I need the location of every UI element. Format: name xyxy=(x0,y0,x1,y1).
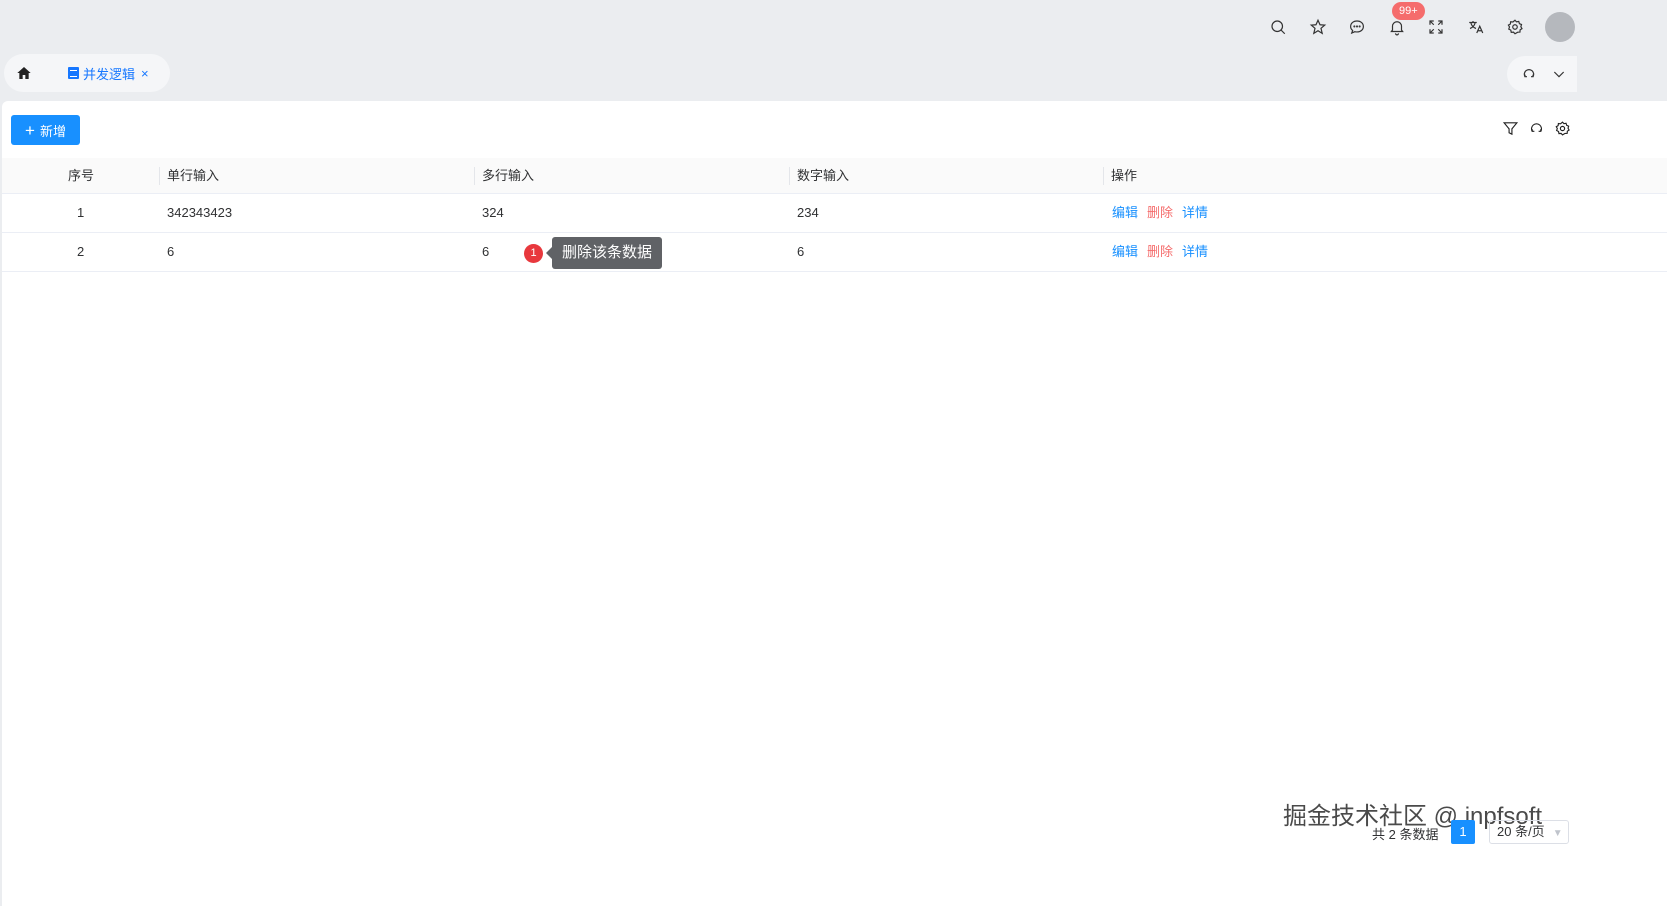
cell-index: 1 xyxy=(77,205,85,220)
cell-number: 6 xyxy=(797,244,805,259)
page-size-select[interactable]: 20 条/页 ▼ xyxy=(1489,820,1569,844)
column-header-single-line: 单行输入 xyxy=(167,168,220,183)
cell-number: 234 xyxy=(797,205,819,220)
column-header-index: 序号 xyxy=(68,168,95,183)
tab-home[interactable] xyxy=(4,65,44,81)
detail-link[interactable]: 详情 xyxy=(1182,233,1208,271)
column-divider xyxy=(159,167,160,185)
tab-concurrent-logic[interactable]: 并发逻辑 × xyxy=(68,64,149,83)
plus-icon: + xyxy=(25,120,35,140)
page-size-value: 20 条/页 xyxy=(1497,824,1545,839)
table-row: 2 6 6 6 编辑 删除 详情 xyxy=(2,233,1667,272)
fullscreen-icon[interactable] xyxy=(1423,14,1449,40)
top-header: 99+ xyxy=(0,0,1667,54)
add-button-label: 新增 xyxy=(39,123,66,139)
row-actions: 编辑 删除 详情 xyxy=(1112,233,1208,271)
data-table: 序号 单行输入 多行输入 数字输入 操作 1 342343423 324 234… xyxy=(2,158,1667,272)
notification-badge: 99+ xyxy=(1392,2,1425,20)
pagination-total: 共 2 条数据 xyxy=(1372,827,1439,842)
cell-multi-line: 324 xyxy=(482,205,504,220)
chevron-down-icon[interactable] xyxy=(1551,66,1567,82)
search-icon[interactable] xyxy=(1265,14,1291,40)
edit-link[interactable]: 编辑 xyxy=(1112,194,1138,232)
table-header: 序号 单行输入 多行输入 数字输入 操作 xyxy=(2,158,1667,194)
column-settings-icon[interactable] xyxy=(1554,120,1571,137)
table-tools xyxy=(1502,120,1571,137)
column-divider xyxy=(789,167,790,185)
edit-link[interactable]: 编辑 xyxy=(1112,233,1138,271)
close-icon[interactable]: × xyxy=(141,66,149,81)
main-content: + 新增 序号 单行输入 多行输入 数字输入 操作 1 342343423 32… xyxy=(2,101,1667,906)
avatar[interactable] xyxy=(1545,12,1575,42)
delete-link[interactable]: 删除 xyxy=(1147,194,1173,232)
row-actions: 编辑 删除 详情 xyxy=(1112,194,1208,232)
table-row: 1 342343423 324 234 编辑 删除 详情 xyxy=(2,194,1667,233)
tab-bar: 并发逻辑 × xyxy=(4,54,170,92)
home-icon xyxy=(17,67,31,79)
delete-link[interactable]: 删除 xyxy=(1147,233,1173,271)
cell-single-line: 6 xyxy=(167,244,175,259)
add-button[interactable]: + 新增 xyxy=(11,115,80,145)
annotation-tooltip: 删除该条数据 xyxy=(545,237,663,269)
column-header-number: 数字输入 xyxy=(797,168,850,183)
column-header-actions: 操作 xyxy=(1111,168,1138,183)
gear-icon[interactable] xyxy=(1502,14,1528,40)
column-divider xyxy=(1103,167,1104,185)
filter-icon[interactable] xyxy=(1502,120,1519,137)
refresh-icon[interactable] xyxy=(1521,66,1537,82)
detail-link[interactable]: 详情 xyxy=(1182,194,1208,232)
pagination-page-1[interactable]: 1 xyxy=(1451,820,1475,844)
tab-label: 并发逻辑 xyxy=(83,66,136,82)
cell-multi-line: 6 xyxy=(482,244,490,259)
chevron-down-icon: ▼ xyxy=(1552,828,1563,839)
cell-index: 2 xyxy=(77,244,85,259)
translate-icon[interactable] xyxy=(1463,14,1489,40)
tab-bar-actions xyxy=(1507,56,1577,92)
column-divider xyxy=(474,167,475,185)
star-icon[interactable] xyxy=(1305,14,1331,40)
message-icon[interactable] xyxy=(1344,14,1370,40)
document-icon xyxy=(68,67,79,79)
cell-single-line: 342343423 xyxy=(167,205,233,220)
column-header-multi-line: 多行输入 xyxy=(482,168,535,183)
annotation-marker: 1 xyxy=(524,244,543,263)
refresh-icon[interactable] xyxy=(1528,120,1545,137)
